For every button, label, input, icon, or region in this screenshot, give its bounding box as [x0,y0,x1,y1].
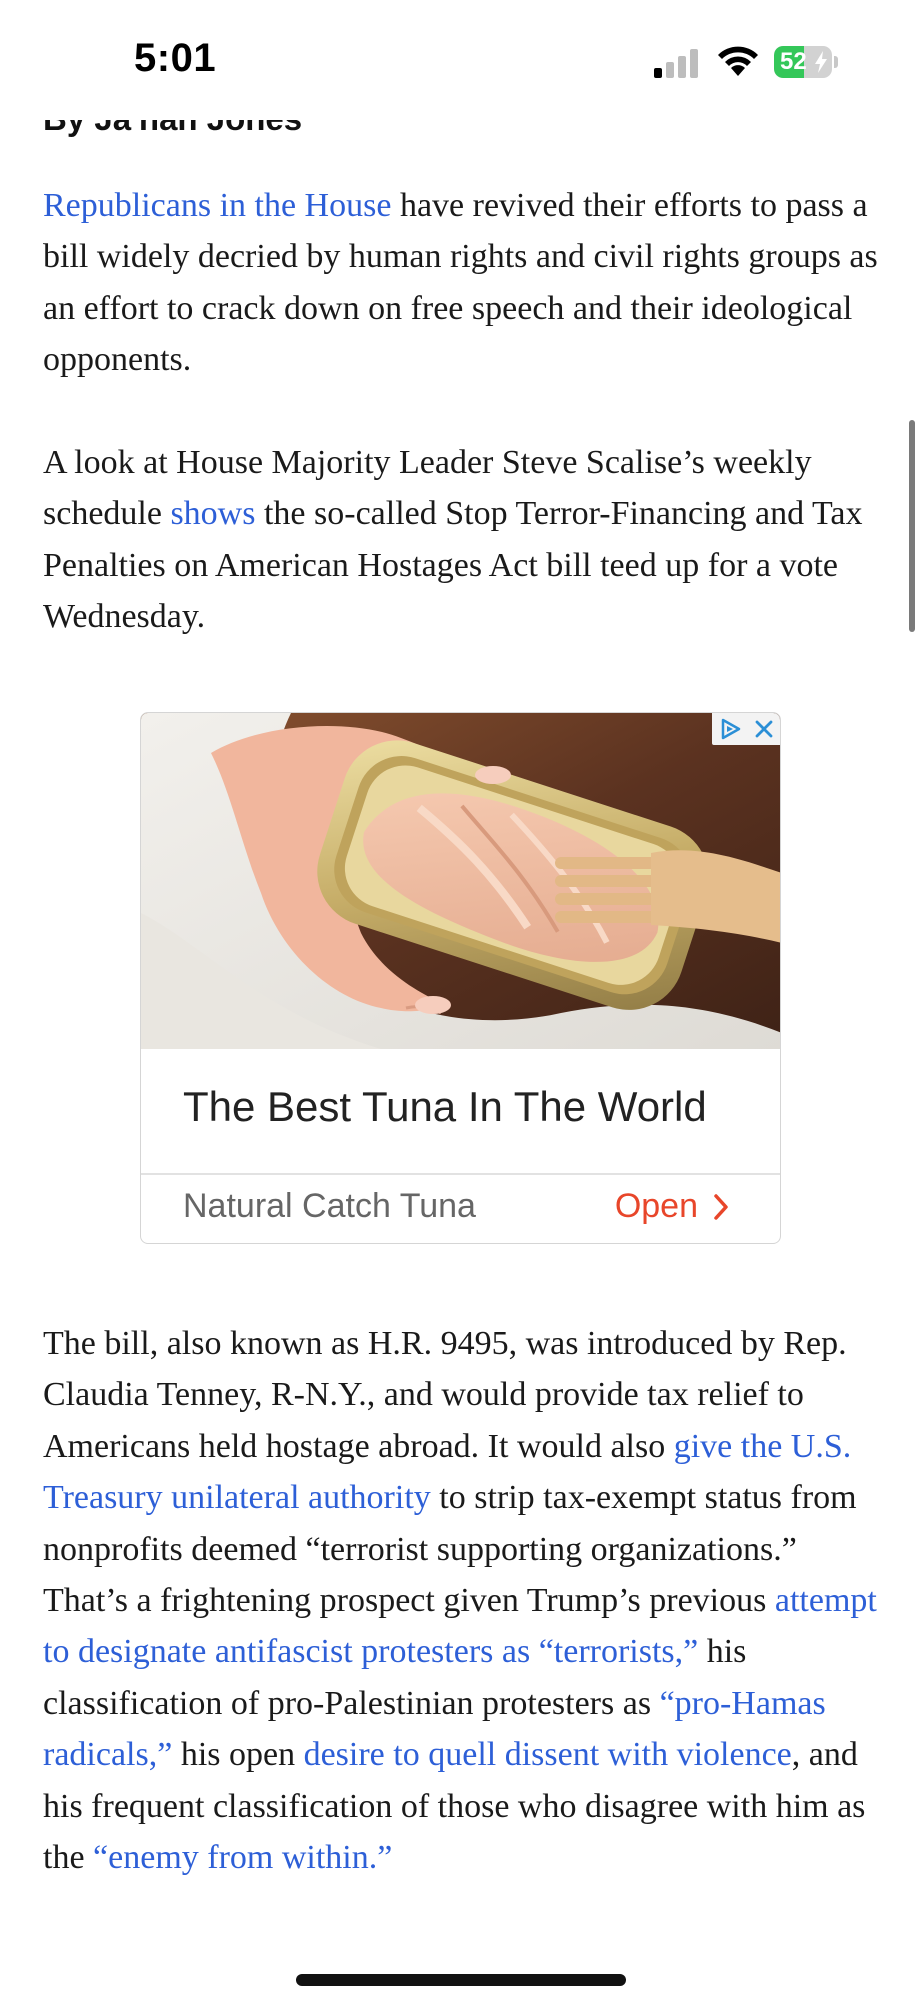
ad-advertiser[interactable]: Natural Catch Tuna [183,1187,476,1226]
wifi-icon [718,46,758,76]
battery-charging-icon: 52 [774,46,838,78]
battery-cap [834,56,838,68]
article-link[interactable]: shows [170,495,255,532]
article-link[interactable]: “enemy from within.” [93,1839,392,1876]
ad-open-button[interactable]: Open [615,1187,730,1226]
battery-level: 52 [780,48,807,75]
article-link[interactable]: desire to quell dissent with violence [304,1736,792,1773]
chevron-right-icon [714,1193,728,1220]
tuna-can-photo[interactable] [141,713,781,1049]
close-icon[interactable] [752,717,776,741]
ad-headline[interactable]: The Best Tuna In The World [183,1083,707,1131]
article-text: his open [172,1736,304,1774]
article-paragraph: A look at House Majority Leader Steve Sc… [43,437,883,643]
charging-bolt-icon [815,51,827,73]
home-indicator[interactable] [296,1974,626,1986]
article-paragraph: The bill, also known as H.R. 9495, was i… [43,1318,883,1883]
scroll-indicator[interactable] [909,420,915,632]
cellular-signal-icon [654,49,698,78]
battery-body: 52 [774,46,832,78]
ad-open-label: Open [614,1187,698,1225]
status-bar: 5:01 52 [0,0,922,120]
adchoices-icon[interactable] [717,716,743,742]
ad-divider [141,1173,780,1175]
article-paragraph: Republicans in the House have revived th… [43,180,883,386]
status-time: 5:01 [134,36,217,80]
article-link[interactable]: Republicans in the House [43,187,391,224]
ad-choices-bar[interactable] [712,713,780,745]
ad-card[interactable]: The Best Tuna In The World Natural Catch… [140,712,781,1244]
